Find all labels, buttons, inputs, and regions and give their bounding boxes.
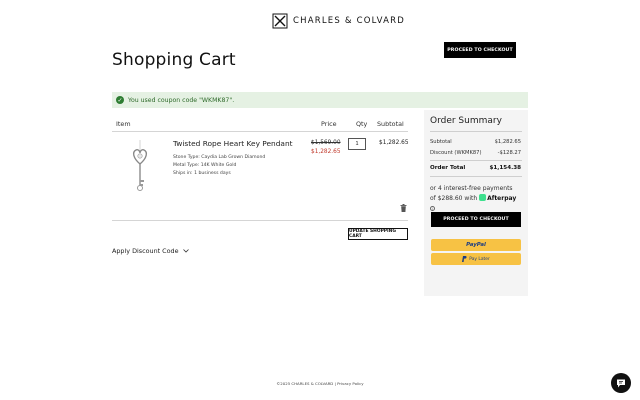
notice-message: You used coupon code "WKMK87". <box>128 96 235 104</box>
afterpay-line2: of $288.60 with <box>430 195 478 202</box>
pay-later-label: Pay Later <box>469 256 490 262</box>
paypal-pay-later-button[interactable]: Pay Later <box>431 253 521 265</box>
afterpay-message: or 4 interest-free payments of $288.60 w… <box>430 184 522 214</box>
paypal-icon <box>462 256 467 262</box>
summary-discount-label: Discount (WKMK87) <box>430 150 482 156</box>
product-option-shipping: Ships in: 1 business days <box>173 171 231 176</box>
chevron-down-icon <box>182 249 189 253</box>
page-title: Shopping Cart <box>112 50 236 70</box>
afterpay-logo-icon <box>479 194 487 201</box>
apply-discount-toggle[interactable]: Apply Discount Code <box>112 247 189 255</box>
order-total-value: $1,154.38 <box>489 165 522 171</box>
summary-discount-value: -$128.27 <box>497 150 521 156</box>
summary-subtotal-value: $1,282.65 <box>494 139 521 145</box>
original-price: $1,569.00 <box>311 140 341 146</box>
trash-icon[interactable] <box>400 204 407 212</box>
logo-mark-icon <box>272 13 288 29</box>
brand-name: CHARLES & COLVARD <box>293 16 405 26</box>
update-cart-button[interactable]: UPDATE SHOPPING CART <box>348 228 408 240</box>
order-total-label: Order Total <box>430 165 466 171</box>
column-qty: Qty <box>356 120 368 128</box>
product-name-link[interactable]: Twisted Rope Heart Key Pendant <box>173 139 293 148</box>
discount-label: Apply Discount Code <box>112 247 179 255</box>
summary-subtotal-label: Subtotal <box>430 139 452 145</box>
item-subtotal: $1,282.65 <box>379 140 409 146</box>
proceed-to-checkout-button[interactable]: PROCEED TO CHECKOUT <box>444 42 516 58</box>
cart-table-header: Item Price Qty Subtotal <box>112 118 408 132</box>
summary-row-total: Order Total $1,154.38 <box>430 165 521 171</box>
afterpay-brand: Afterpay <box>487 195 517 202</box>
summary-checkout-button[interactable]: PROCEED TO CHECKOUT <box>431 212 521 227</box>
summary-divider <box>430 131 522 132</box>
product-option-metal: Metal Type: 14K White Gold <box>173 163 237 168</box>
product-option-stone: Stone Type: Caydia Lab Grown Diamond <box>173 155 266 160</box>
footer-copyright: ©2025 CHARLES & COLVARD | Privacy Policy <box>276 381 364 386</box>
summary-row-subtotal: Subtotal $1,282.65 <box>430 139 521 145</box>
column-price: Price <box>321 120 337 128</box>
summary-row-discount: Discount (WKMK87) -$128.27 <box>430 150 521 156</box>
chat-button[interactable] <box>611 373 631 393</box>
order-summary-title: Order Summary <box>430 116 502 126</box>
product-image[interactable] <box>130 140 150 194</box>
brand-logo[interactable]: CHARLES & COLVARD <box>272 12 405 30</box>
summary-divider <box>430 176 522 177</box>
check-circle-icon: ✓ <box>116 96 124 104</box>
quantity-input[interactable]: 1 <box>348 138 366 150</box>
afterpay-line1: or 4 interest-free payments <box>430 185 513 192</box>
paypal-button[interactable]: PayPal <box>431 239 521 251</box>
column-item: Item <box>116 120 131 128</box>
info-icon[interactable]: i <box>430 206 435 211</box>
cart-divider <box>112 220 408 221</box>
column-subtotal: Subtotal <box>377 120 404 128</box>
sale-price: $1,282.65 <box>311 149 341 155</box>
chat-bubble-icon <box>617 379 625 387</box>
coupon-notice: ✓ You used coupon code "WKMK87". <box>112 92 528 108</box>
summary-divider <box>430 160 522 161</box>
